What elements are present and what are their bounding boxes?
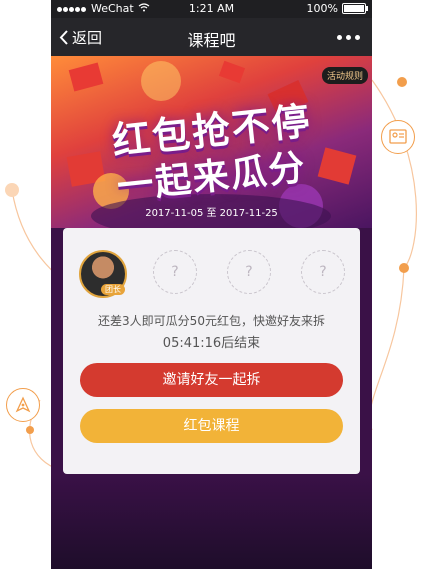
member-avatars: 团长 ? ? ? (79, 250, 349, 300)
countdown-timer: 05:41:16后结束 (162, 336, 261, 351)
more-menu-button[interactable] (337, 35, 360, 40)
page-title: 课程吧 (187, 31, 236, 50)
activity-rules-button[interactable]: 活动规则 (321, 67, 368, 84)
group-card: 团长 ? ? ? 还差3人即可瓜分50元红包，快邀好友来拆 05:41:16后结… (63, 228, 360, 474)
empty-member-slot: ? (301, 250, 345, 294)
phone-screen: WeChat 1:21 AM 100% 返回 课程吧 活动规则 红包抢不停 一起… (51, 0, 372, 569)
status-bar: WeChat 1:21 AM 100% (51, 0, 372, 18)
id-card-icon (381, 120, 415, 154)
bottom-background (51, 474, 372, 569)
nav-bar: 返回 课程吧 (51, 18, 372, 56)
leader-badge: 团长 (101, 284, 125, 295)
invite-friends-button[interactable]: 邀请好友一起拆 (80, 363, 343, 397)
empty-member-slot: ? (227, 250, 271, 294)
battery-icon (342, 3, 368, 14)
battery-percent: 100% (306, 2, 338, 15)
pen-nib-icon (6, 388, 40, 422)
empty-member-slot: ? (153, 250, 197, 294)
group-status-message: 还差3人即可瓜分50元红包，快邀好友来拆 (98, 314, 325, 328)
activity-date-range: 2017-11-05 至 2017-11-25 (145, 208, 278, 219)
promo-banner: 活动规则 红包抢不停 一起来瓜分 2017-11-05 至 2017-11-25 (51, 56, 372, 228)
red-packet-course-button[interactable]: 红包课程 (80, 409, 343, 443)
